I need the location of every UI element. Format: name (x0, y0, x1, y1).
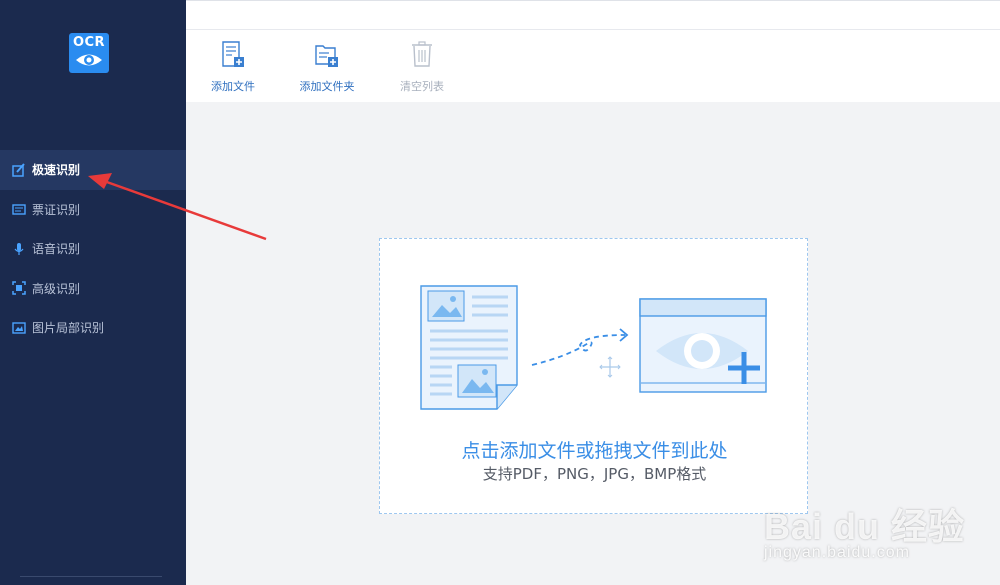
file-drop-zone[interactable]: 点击添加文件或拖拽文件到此处 支持PDF，PNG，JPG，BMP格式 (379, 238, 808, 514)
sidebar-item-advanced-ocr[interactable]: 高级识别 (0, 269, 186, 309)
sidebar-nav: 极速识别 票证识别 语音识别 高级识别 图片局部识别 (0, 150, 186, 348)
add-file-button[interactable]: 添加文件 (193, 30, 273, 102)
sidebar-item-voice-ocr[interactable]: 语音识别 (0, 229, 186, 269)
title-bar (186, 0, 1000, 30)
sidebar-item-ticket-ocr[interactable]: 票证识别 (0, 190, 186, 230)
drop-zone-subtitle: 支持PDF，PNG，JPG，BMP格式 (482, 465, 707, 483)
clear-list-label: 清空列表 (400, 80, 444, 93)
logo-text: OCR (72, 35, 106, 50)
watermark-main: Bai du 经验 (764, 506, 966, 547)
sidebar: OCR 极速识别 票证识别 语音识别 高级识别 图片局部识别 (0, 0, 186, 585)
add-folder-icon (315, 45, 338, 67)
eye-icon (76, 54, 102, 66)
image-crop-icon (12, 322, 26, 334)
watermark-sub: jingyan.baidu.com (764, 544, 910, 561)
clear-list-button[interactable]: 清空列表 (382, 30, 462, 102)
sidebar-item-label: 极速识别 (32, 163, 81, 178)
document-icon (420, 285, 518, 410)
sidebar-item-label: 语音识别 (32, 242, 81, 257)
add-file-label: 添加文件 (211, 80, 255, 93)
sidebar-item-label: 票证识别 (32, 202, 81, 217)
watermark: Bai du 经验 jingyan.baidu.com (762, 478, 992, 578)
app-logo: OCR (69, 33, 109, 73)
drop-zone-title: 点击添加文件或拖拽文件到此处 (461, 440, 728, 462)
trash-icon (412, 41, 432, 67)
drop-illustration (420, 285, 767, 410)
flash-edit-icon (12, 163, 25, 177)
sidebar-divider (20, 576, 162, 577)
sidebar-item-fast-ocr[interactable]: 极速识别 (0, 150, 186, 190)
scan-frame-icon (12, 281, 26, 295)
ocr-window-icon (639, 298, 767, 393)
sidebar-item-label: 高级识别 (32, 281, 81, 296)
ticket-icon (12, 204, 26, 215)
toolbar: 添加文件 添加文件夹 清空列表 (186, 30, 1000, 102)
add-folder-button[interactable]: 添加文件夹 (287, 30, 367, 102)
add-file-icon (222, 41, 244, 67)
microphone-icon (14, 242, 24, 255)
add-folder-label: 添加文件夹 (299, 80, 355, 93)
sidebar-item-label: 图片局部识别 (32, 321, 105, 336)
sidebar-item-image-region-ocr[interactable]: 图片局部识别 (0, 308, 186, 348)
